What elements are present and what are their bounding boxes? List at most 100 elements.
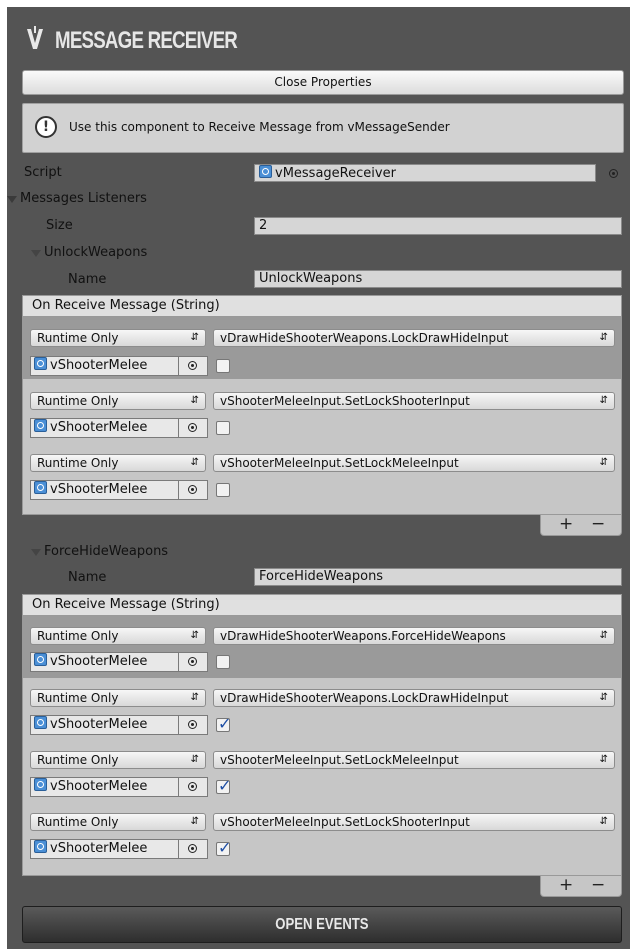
function-dropdown[interactable]: vDrawHideShooterWeapons.LockDrawHideInpu… <box>213 689 615 707</box>
name-label: Name <box>68 570 107 585</box>
target-object-field[interactable]: vShooterMelee <box>30 652 208 672</box>
size-label: Size <box>46 218 73 233</box>
target-object-field[interactable]: vShooterMelee <box>30 839 208 859</box>
foldout-arrow-icon[interactable] <box>31 250 41 257</box>
add-entry-button[interactable]: + <box>559 514 573 534</box>
script-file-icon <box>34 840 47 853</box>
argument-checkbox[interactable] <box>216 421 230 435</box>
foldout-arrow-icon[interactable] <box>31 549 41 556</box>
info-icon: ! <box>35 116 57 138</box>
add-entry-button[interactable]: + <box>559 875 573 895</box>
event-header: On Receive Message (String) <box>22 594 622 616</box>
object-picker-icon <box>188 423 197 432</box>
dropdown-arrows-icon: ⇵ <box>599 816 608 827</box>
list-controls: + − <box>540 875 622 897</box>
function-dropdown[interactable]: vShooterMeleeInput.SetLockMeleeInput ⇵ <box>213 751 615 769</box>
event-entry[interactable]: Runtime Only ⇵ vDrawHideShooterWeapons.Lo… <box>23 317 621 379</box>
object-picker-icon[interactable] <box>609 169 618 178</box>
name-field[interactable]: ForceHideWeapons <box>254 568 622 586</box>
script-file-icon <box>34 481 47 494</box>
argument-checkbox[interactable]: ✓ <box>216 714 231 733</box>
script-file-icon <box>34 419 47 432</box>
component-title: MESSAGE RECEIVER <box>55 27 238 54</box>
argument-checkbox[interactable] <box>216 655 230 669</box>
target-object-field[interactable]: vShooterMelee <box>30 715 208 735</box>
list-controls: + − <box>540 514 622 536</box>
event-entry[interactable]: Runtime Only ⇵ vShooterMeleeInput.SetLock… <box>23 744 621 802</box>
runtime-mode-dropdown[interactable]: Runtime Only ⇵ <box>30 751 206 769</box>
object-selector[interactable] <box>178 778 207 796</box>
name-label: Name <box>68 272 107 287</box>
dropdown-arrows-icon: ⇵ <box>599 754 608 765</box>
remove-entry-button[interactable]: − <box>591 875 605 895</box>
event-list: Runtime Only ⇵ vDrawHideShooterWeapons.Fo… <box>22 616 622 876</box>
object-selector[interactable] <box>178 653 207 671</box>
function-dropdown[interactable]: vDrawHideShooterWeapons.ForceHideWeapons… <box>213 627 615 645</box>
object-selector[interactable] <box>178 419 207 437</box>
event-entry[interactable]: Runtime Only ⇵ vShooterMeleeInput.SetLock… <box>23 447 621 505</box>
help-text: Use this component to Receive Message fr… <box>69 120 450 134</box>
target-object-field[interactable]: vShooterMelee <box>30 356 208 376</box>
function-dropdown[interactable]: vDrawHideShooterWeapons.LockDrawHideInpu… <box>213 329 615 347</box>
event-entry[interactable]: Runtime Only ⇵ vShooterMeleeInput.SetLock… <box>23 385 621 443</box>
function-dropdown[interactable]: vShooterMeleeInput.SetLockMeleeInput ⇵ <box>213 454 615 472</box>
argument-checkbox[interactable] <box>216 359 230 373</box>
object-picker-icon <box>188 485 197 494</box>
checkmark-icon: ✓ <box>218 776 232 795</box>
argument-checkbox[interactable]: ✓ <box>216 838 231 857</box>
argument-checkbox[interactable] <box>216 483 230 497</box>
target-object-field[interactable]: vShooterMelee <box>30 418 208 438</box>
checkmark-icon: ✓ <box>218 838 232 857</box>
event-entry[interactable]: Runtime Only ⇵ vDrawHideShooterWeapons.Fo… <box>23 616 621 678</box>
dropdown-arrows-icon: ⇵ <box>190 457 199 468</box>
v-logo-icon <box>27 26 43 49</box>
dropdown-arrows-icon: ⇵ <box>599 692 608 703</box>
object-picker-icon <box>188 657 197 666</box>
dropdown-arrows-icon: ⇵ <box>599 395 608 406</box>
open-events-button[interactable]: OPEN EVENTS <box>22 906 622 943</box>
object-selector[interactable] <box>178 357 207 375</box>
function-dropdown[interactable]: vShooterMeleeInput.SetLockShooterInput ⇵ <box>213 813 615 831</box>
dropdown-arrows-icon: ⇵ <box>190 692 199 703</box>
dropdown-arrows-icon: ⇵ <box>190 332 199 343</box>
target-object-field[interactable]: vShooterMelee <box>30 777 208 797</box>
argument-checkbox[interactable]: ✓ <box>216 776 231 795</box>
object-selector[interactable] <box>178 481 207 499</box>
runtime-mode-dropdown[interactable]: Runtime Only ⇵ <box>30 627 206 645</box>
target-object-field[interactable]: vShooterMelee <box>30 480 208 500</box>
element-foldout-forcehideweapons[interactable]: ForceHideWeapons <box>44 544 168 559</box>
object-picker-icon <box>188 720 197 729</box>
script-file-icon <box>34 357 47 370</box>
script-label: Script <box>24 165 62 180</box>
close-properties-button[interactable]: Close Properties <box>22 70 624 95</box>
foldout-arrow-icon[interactable] <box>7 196 17 203</box>
function-dropdown[interactable]: vShooterMeleeInput.SetLockShooterInput ⇵ <box>213 392 615 410</box>
dropdown-arrows-icon: ⇵ <box>190 754 199 765</box>
element-foldout-unlockweapons[interactable]: UnlockWeapons <box>44 245 147 260</box>
runtime-mode-dropdown[interactable]: Runtime Only ⇵ <box>30 689 206 707</box>
runtime-mode-dropdown[interactable]: Runtime Only ⇵ <box>30 454 206 472</box>
runtime-mode-dropdown[interactable]: Runtime Only ⇵ <box>30 813 206 831</box>
dropdown-arrows-icon: ⇵ <box>190 395 199 406</box>
object-picker-icon <box>188 361 197 370</box>
object-selector[interactable] <box>178 716 207 734</box>
object-selector[interactable] <box>178 840 207 858</box>
object-picker-icon <box>188 782 197 791</box>
runtime-mode-dropdown[interactable]: Runtime Only ⇵ <box>30 392 206 410</box>
help-box: ! Use this component to Receive Message … <box>22 103 624 153</box>
dropdown-arrows-icon: ⇵ <box>599 332 608 343</box>
script-file-icon <box>259 165 272 178</box>
script-file-icon <box>34 716 47 729</box>
runtime-mode-dropdown[interactable]: Runtime Only ⇵ <box>30 329 206 347</box>
script-field[interactable]: vMessageReceiver <box>254 164 596 182</box>
event-entry[interactable]: Runtime Only ⇵ vDrawHideShooterWeapons.Lo… <box>23 682 621 740</box>
event-entry[interactable]: Runtime Only ⇵ vShooterMeleeInput.SetLock… <box>23 806 621 864</box>
name-field[interactable]: UnlockWeapons <box>254 270 622 288</box>
script-value: vMessageReceiver <box>275 166 396 181</box>
messages-listeners-label[interactable]: Messages Listeners <box>20 191 147 206</box>
dropdown-arrows-icon: ⇵ <box>190 816 199 827</box>
remove-entry-button[interactable]: − <box>591 514 605 534</box>
dropdown-arrows-icon: ⇵ <box>190 630 199 641</box>
event-list: Runtime Only ⇵ vDrawHideShooterWeapons.Lo… <box>22 317 622 515</box>
size-field[interactable]: 2 <box>254 217 622 235</box>
